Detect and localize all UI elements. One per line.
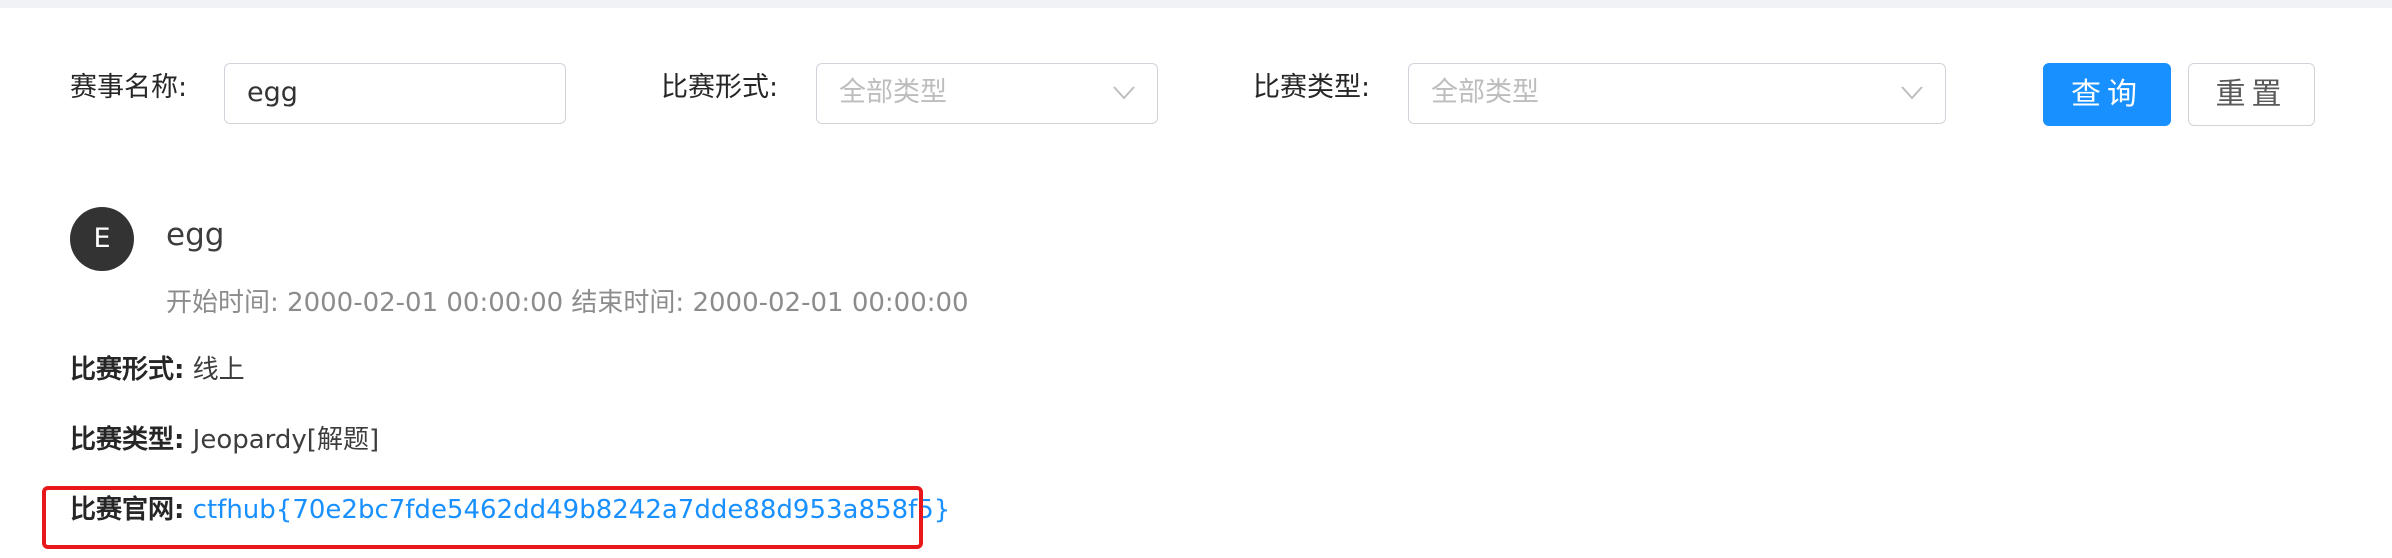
reset-button[interactable]: 重置 <box>2188 63 2315 126</box>
highlight-box <box>42 486 923 549</box>
type-select-placeholder: 全部类型 <box>1431 77 1539 108</box>
type-select[interactable]: 全部类型 <box>1408 63 1946 124</box>
event-name-input[interactable]: egg <box>224 63 566 124</box>
event-time-range: 开始时间: 2000-02-01 00:00:00 结束时间: 2000-02-… <box>166 288 969 318</box>
event-type-row: 比赛类型: Jeopardy[解题] <box>70 420 379 460</box>
event-type-label: 比赛类型: <box>70 425 185 455</box>
avatar: E <box>70 207 134 271</box>
format-select-placeholder: 全部类型 <box>839 77 947 108</box>
event-format-value: 线上 <box>192 355 245 385</box>
type-filter-label: 比赛类型: <box>1253 72 1371 103</box>
event-format-row: 比赛形式: 线上 <box>70 350 245 390</box>
event-type-value: Jeopardy[解题] <box>192 425 380 455</box>
content-panel: 赛事名称: egg 比赛形式: 全部类型 比赛类型: 全部类型 查询 重置 E … <box>0 8 2392 558</box>
chevron-down-icon <box>1901 86 1923 100</box>
chevron-down-icon <box>1113 86 1135 100</box>
event-name-label: 赛事名称: <box>70 72 188 103</box>
event-format-label: 比赛形式: <box>70 355 185 385</box>
query-button[interactable]: 查询 <box>2043 63 2171 126</box>
format-filter-label: 比赛形式: <box>661 72 779 103</box>
event-title: egg <box>166 217 225 253</box>
format-select[interactable]: 全部类型 <box>816 63 1158 124</box>
